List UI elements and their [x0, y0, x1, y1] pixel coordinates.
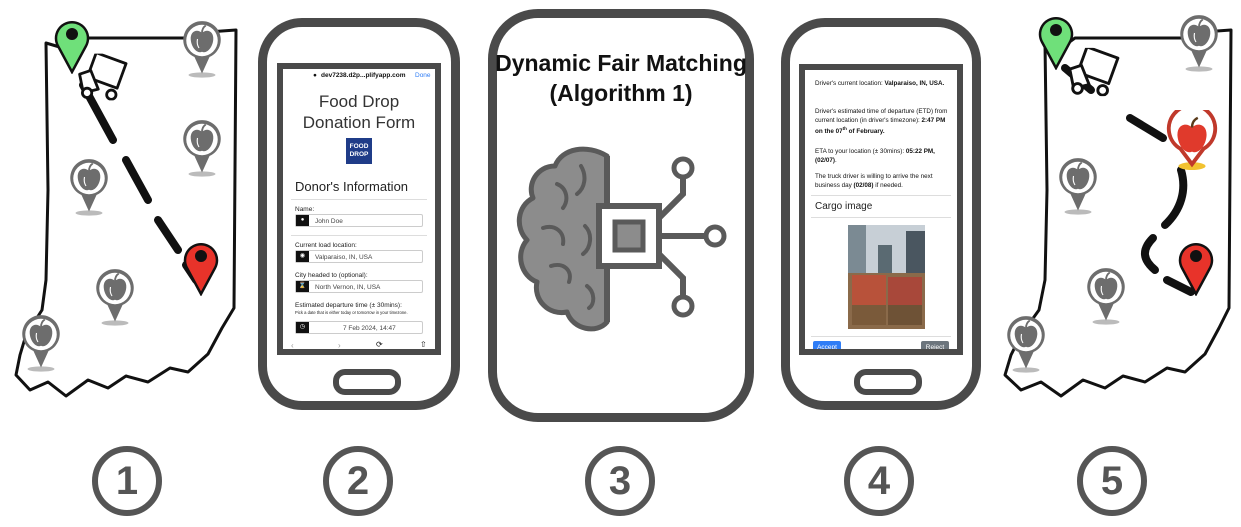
logo-line2: DROP	[349, 151, 369, 158]
destination-pin-icon	[181, 236, 221, 296]
camera-icon: ◉	[296, 251, 309, 262]
step-2-badge: 2	[323, 446, 393, 516]
apple-pin-icon	[1055, 155, 1101, 215]
departure-time-hint: Pick a date that is either today or tomo…	[295, 310, 408, 315]
name-value: John Doe	[315, 218, 343, 225]
home-button	[333, 369, 401, 395]
step-1-badge: 1	[92, 446, 162, 516]
divider	[811, 195, 951, 196]
driver-location-text: Driver's current location: Valparaiso, I…	[815, 80, 945, 87]
name-label: Name:	[295, 206, 315, 213]
done-link[interactable]: Done	[415, 69, 431, 83]
cargo-image	[848, 225, 925, 329]
city-value: North Vernon, IN, USA	[315, 284, 381, 291]
form-title-line2: Donation Form	[302, 113, 416, 132]
back-icon[interactable]: ‹	[291, 341, 294, 349]
load-location-value: Valparaiso, IN, USA	[315, 254, 373, 261]
driver-eta-text: ETA to your location (± 30mins): 05:22 P…	[815, 148, 935, 164]
phone-driver-info: Driver's current location: Valparaiso, I…	[781, 18, 981, 410]
apple-pin-icon	[1003, 313, 1049, 373]
name-input[interactable]: ● John Doe	[295, 214, 423, 227]
url-text: dev7238.d2p...plifyapp.com	[321, 72, 406, 79]
divider	[291, 199, 427, 200]
accept-button[interactable]: Accept	[813, 341, 841, 349]
apple-pin-icon	[179, 18, 225, 78]
step-5-badge: 5	[1077, 446, 1147, 516]
next-day-text: The truck driver is willing to arrive th…	[815, 173, 933, 189]
food-drop-logo: FOOD DROP	[346, 138, 372, 164]
share-icon[interactable]: ⇧	[420, 340, 427, 349]
apple-pin-icon	[1083, 265, 1129, 325]
city-input[interactable]: ⌛ North Vernon, IN, USA	[295, 280, 423, 293]
phone-screen: Driver's current location: Valparaiso, I…	[799, 64, 963, 355]
clock-icon: ◷	[296, 322, 309, 333]
driver-etd-text: Driver's estimated time of departure (ET…	[815, 108, 948, 136]
destination-pin-icon	[1176, 236, 1216, 296]
forward-icon[interactable]: ›	[338, 341, 341, 349]
algorithm-title-line2: (Algorithm 1)	[549, 80, 693, 106]
home-button	[854, 369, 922, 395]
refresh-icon[interactable]: ⟳	[376, 340, 383, 349]
city-label: City headed to (optional):	[295, 272, 368, 279]
load-location-input[interactable]: ◉ Valparaiso, IN, USA	[295, 250, 423, 263]
apple-pin-icon	[66, 156, 112, 216]
truck-icon	[74, 52, 130, 102]
lock-icon: ●	[313, 72, 317, 79]
apple-pin-icon	[92, 266, 138, 326]
apple-pin-icon	[179, 117, 225, 177]
load-location-label: Current load location:	[295, 242, 357, 249]
form-title-line1: Food Drop	[318, 92, 400, 111]
matched-apple-pin-icon	[1166, 110, 1218, 170]
brain-chip-icon	[516, 146, 727, 332]
divider	[811, 217, 951, 218]
reject-button[interactable]: Reject	[921, 341, 949, 349]
algorithm-title: Dynamic Fair Matching (Algorithm 1)	[488, 48, 754, 108]
phone-screen: ● dev7238.d2p...plifyapp.com Done Food D…	[277, 63, 441, 355]
browser-url-bar: ● dev7238.d2p...plifyapp.com Done	[283, 69, 435, 83]
donor-info-heading: Donor's Information	[295, 179, 409, 194]
phone-donation-form: ● dev7238.d2p...plifyapp.com Done Food D…	[258, 18, 460, 410]
apple-pin-icon	[1176, 12, 1222, 72]
divider	[291, 235, 427, 236]
divider	[811, 336, 951, 337]
browser-toolbar: ‹ › ⟳ ⇧	[283, 339, 435, 349]
user-icon: ●	[296, 215, 309, 226]
apple-pin-icon	[18, 312, 64, 372]
departure-time-input[interactable]: ◷ 7 Feb 2024, 14:47	[295, 321, 423, 334]
form-title: Food Drop Donation Form	[283, 91, 435, 133]
truck-icon	[1064, 46, 1122, 98]
departure-time-label: Estimated departure time (± 30mins):	[295, 302, 402, 309]
algorithm-title-line1: Dynamic Fair Matching	[495, 50, 747, 76]
cargo-title: Cargo image	[815, 201, 873, 212]
hourglass-icon: ⌛	[296, 281, 309, 292]
departure-time-value: 7 Feb 2024, 14:47	[343, 325, 396, 332]
step-3-badge: 3	[585, 446, 655, 516]
step-4-badge: 4	[844, 446, 914, 516]
logo-line1: FOOD	[349, 143, 369, 150]
algorithm-frame: Dynamic Fair Matching (Algorithm 1)	[488, 9, 754, 422]
